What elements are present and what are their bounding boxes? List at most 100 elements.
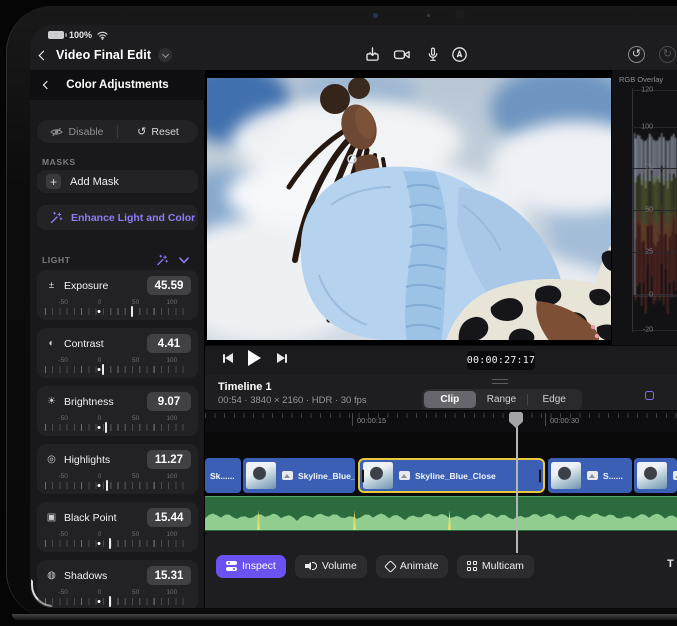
segment-range[interactable]: Range <box>476 391 528 408</box>
clip-thumbnail <box>246 462 276 489</box>
ruler-label-15s: 00:00:15 <box>357 416 386 425</box>
redo-button[interactable]: ↻ <box>659 46 676 63</box>
enhance-light-color-button[interactable]: Enhance Light and Color <box>37 205 198 230</box>
clip-label: Skyline_Blue_Wide <box>298 471 355 481</box>
timeline-resize-grip[interactable] <box>492 379 508 384</box>
volume-button[interactable]: Volume <box>295 555 367 578</box>
ruler-tick-label: -50 <box>58 473 67 480</box>
add-mask-button[interactable]: + Add Mask <box>37 170 198 193</box>
status-bar: 100% <box>48 28 108 42</box>
slider-card-exposure: ±Exposure45.59-50050100 <box>37 270 198 320</box>
trim-handle-right[interactable] <box>539 469 541 482</box>
ruler-tick-label: -50 <box>58 299 67 306</box>
audio-track[interactable] <box>205 496 677 531</box>
ruler-tick-label: 100 <box>166 531 177 538</box>
ruler-tick-label: 100 <box>166 299 177 306</box>
eye-off-icon <box>50 127 63 137</box>
pencil-annotate-button[interactable] <box>451 46 469 64</box>
clip-label: Sk...... <box>210 471 235 481</box>
multicam-button[interactable]: Multicam <box>457 555 534 578</box>
slider-card-contrast: ◐Contrast4.41-50050100 <box>37 328 198 378</box>
skip-forward-button[interactable] <box>277 353 287 363</box>
slider-value[interactable]: 11.27 <box>147 450 191 469</box>
reset-label: Reset <box>151 126 178 138</box>
timeline-clip-s......[interactable]: S...... <box>548 458 632 493</box>
light-collapse-chevron-icon[interactable] <box>179 257 189 264</box>
ruler-tick-label: 50 <box>132 473 139 480</box>
clip-label: S...... <box>603 471 623 481</box>
slider-value[interactable]: 9.07 <box>147 392 191 411</box>
ruler-tick-label: 100 <box>166 357 177 364</box>
add-mask-label: Add Mask <box>70 176 119 188</box>
animate-button[interactable]: Animate <box>376 555 449 578</box>
trim-handle-left[interactable] <box>362 469 364 482</box>
timeline-clip[interactable] <box>634 458 677 493</box>
slider-card-black-point: ▣Black Point15.44-50050100 <box>37 502 198 552</box>
panel-back-chevron-icon[interactable] <box>43 81 51 89</box>
video-frame <box>207 75 611 343</box>
slider-value[interactable]: 4.41 <box>147 334 191 353</box>
timeline-clip-sk......[interactable]: Sk...... <box>205 458 241 493</box>
battery-percent: 100% <box>69 30 92 40</box>
slider-ruler[interactable]: -50050100 <box>45 531 190 549</box>
slider-card-brightness: ☀Brightness9.07-50050100 <box>37 386 198 436</box>
segment-clip[interactable]: Clip <box>424 391 476 408</box>
light-wand-icon[interactable] <box>155 254 169 267</box>
timeline-clip-skyline_blue_wide[interactable]: Skyline_Blue_Wide <box>243 458 355 493</box>
volume-icon <box>305 561 317 571</box>
slider-value[interactable]: 45.59 <box>147 276 191 295</box>
shadows-icon: ◍ <box>46 570 57 581</box>
scope-scale-label: 25 <box>645 249 653 256</box>
slider-value[interactable]: 15.31 <box>147 566 191 585</box>
ruler-tick-label: 0 <box>98 531 102 538</box>
skip-back-button[interactable] <box>223 353 233 363</box>
disable-button[interactable]: Disable <box>37 126 117 138</box>
scope-scale-label: 50 <box>645 207 653 214</box>
slider-ruler[interactable]: -50050100 <box>45 299 190 317</box>
exposure-icon: ± <box>46 280 57 291</box>
project-title[interactable]: Video Final Edit <box>56 48 151 62</box>
inspect-icon <box>226 561 237 571</box>
import-button[interactable] <box>364 46 382 64</box>
clipped-right-button[interactable]: T <box>667 558 674 570</box>
slider-card-highlights: ◎Highlights11.27-50050100 <box>37 444 198 494</box>
title-dropdown-button[interactable] <box>158 48 172 62</box>
slider-value[interactable]: 15.44 <box>147 508 191 527</box>
contrast-icon: ◐ <box>46 338 57 349</box>
nav-bar: Video Final Edit ↺ ↻ <box>30 42 677 70</box>
slider-ruler[interactable]: -50050100 <box>45 473 190 491</box>
segment-edge[interactable]: Edge <box>528 391 580 408</box>
ruler-tick-label: 50 <box>132 415 139 422</box>
ruler-tick-label: -50 <box>58 357 67 364</box>
edit-mode-segmented-control: Clip Range Edge <box>422 389 582 410</box>
back-chevron-icon[interactable] <box>39 51 49 61</box>
slider-label: Contrast <box>64 338 140 350</box>
play-button[interactable] <box>248 350 261 366</box>
reset-button[interactable]: ↺ Reset <box>118 125 198 138</box>
ruler-label-30s: 00:00:30 <box>550 416 579 425</box>
inspect-button[interactable]: Inspect <box>216 555 286 578</box>
audio-waveform <box>205 497 677 530</box>
transport-bar: 00:00:27:17 <box>205 345 677 375</box>
animate-label: Animate <box>400 560 439 572</box>
camera-button[interactable] <box>393 46 411 64</box>
ruler-ticks <box>205 413 677 418</box>
timeline-ruler[interactable]: 00:00:15 00:00:30 <box>205 410 677 432</box>
slider-ruler[interactable]: -50050100 <box>45 357 190 375</box>
playhead-line <box>516 412 518 553</box>
slider-ruler[interactable]: -50050100 <box>45 589 190 607</box>
ruler-tick-label: 100 <box>166 415 177 422</box>
screen: 100% Video Final Edit ↺ ↻ <box>30 25 677 608</box>
video-preview <box>205 70 612 345</box>
clipped-purple-button[interactable] <box>645 391 654 400</box>
ruler-tick-label: 50 <box>132 357 139 364</box>
microphone-button[interactable] <box>425 46 443 64</box>
color-adjustments-panel: Color Adjustments Disable ↺ Reset MASKS … <box>30 70 205 608</box>
video-track: Sk......Skyline_Blue_WideSkyline_Blue_Cl… <box>205 432 677 496</box>
undo-button[interactable]: ↺ <box>628 46 645 63</box>
multicam-icon <box>467 561 477 571</box>
panel-header: Color Adjustments <box>30 70 205 100</box>
slider-ruler[interactable]: -50050100 <box>45 415 190 433</box>
masks-section-label: MASKS <box>42 157 76 167</box>
photo-icon <box>399 471 410 480</box>
